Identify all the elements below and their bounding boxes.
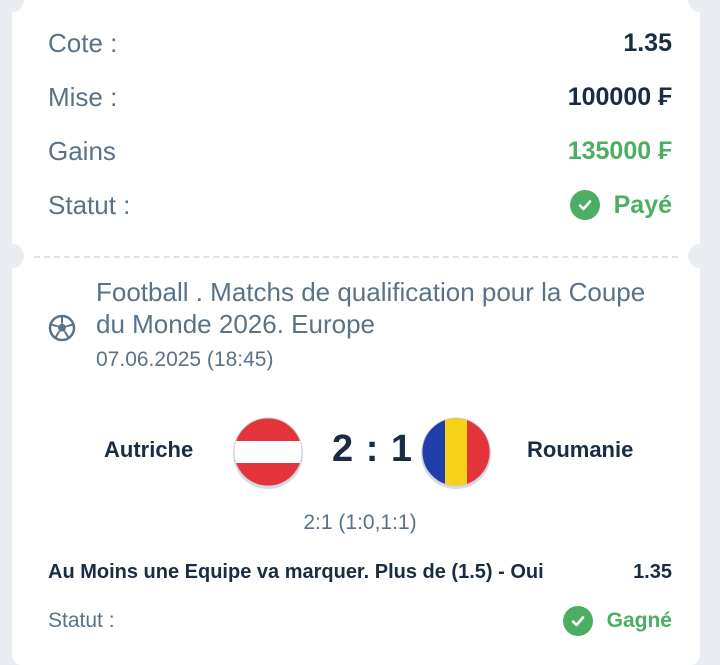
check-circle-icon xyxy=(562,606,593,636)
match-score: 2 : 1 xyxy=(332,428,414,470)
cote-row: Cote : 1.35 xyxy=(48,26,672,60)
bet-statut-label: Statut : xyxy=(48,609,115,632)
mise-label: Mise : xyxy=(48,81,118,112)
check-circle-icon xyxy=(569,190,600,220)
bet-odds: 1.35 xyxy=(633,561,672,583)
soccer-ball-icon xyxy=(48,314,76,342)
away-team-name: Roumanie xyxy=(527,437,634,462)
mise-value: 100000 ₣ xyxy=(567,82,672,111)
gains-label: Gains xyxy=(48,135,116,166)
austria-flag-icon xyxy=(230,414,306,490)
ticket-notch xyxy=(0,0,24,12)
mise-row: Mise : 100000 ₣ xyxy=(48,80,672,114)
status-badge: Gagné xyxy=(562,606,672,636)
statut-value: Payé xyxy=(613,190,672,219)
romania-flag-icon xyxy=(418,414,494,490)
event-title: Football . Matchs de qualification pour … xyxy=(96,277,646,339)
ticket-notch xyxy=(688,0,712,12)
cote-label: Cote : xyxy=(48,27,118,58)
gains-row: Gains 135000 ₣ xyxy=(48,134,672,168)
gains-value: 135000 ₣ xyxy=(567,136,672,165)
bet-market-row: Au Moins une Equipe va marquer. Plus de … xyxy=(48,561,672,584)
ticket-notch xyxy=(688,244,712,268)
bet-ticket-card: Cote : 1.35 Mise : 100000 ₣ Gains 135000… xyxy=(0,0,712,665)
bet-status-row: Statut : Gagné xyxy=(48,606,672,636)
detailed-score: 2:1 (1:0,1:1) xyxy=(303,511,417,534)
home-team-name: Autriche xyxy=(104,437,194,462)
bet-statut-value: Gagné xyxy=(606,609,672,632)
ticket-notch xyxy=(0,244,24,268)
statut-row: Statut : Payé xyxy=(48,188,672,222)
event-datetime: 07.06.2025 (18:45) xyxy=(96,348,274,371)
cote-value: 1.35 xyxy=(623,28,672,57)
dashed-divider xyxy=(34,256,678,258)
statut-label: Statut : xyxy=(48,189,131,220)
status-badge: Payé xyxy=(569,190,672,220)
bet-market: Au Moins une Equipe va marquer. Plus de … xyxy=(48,561,544,583)
